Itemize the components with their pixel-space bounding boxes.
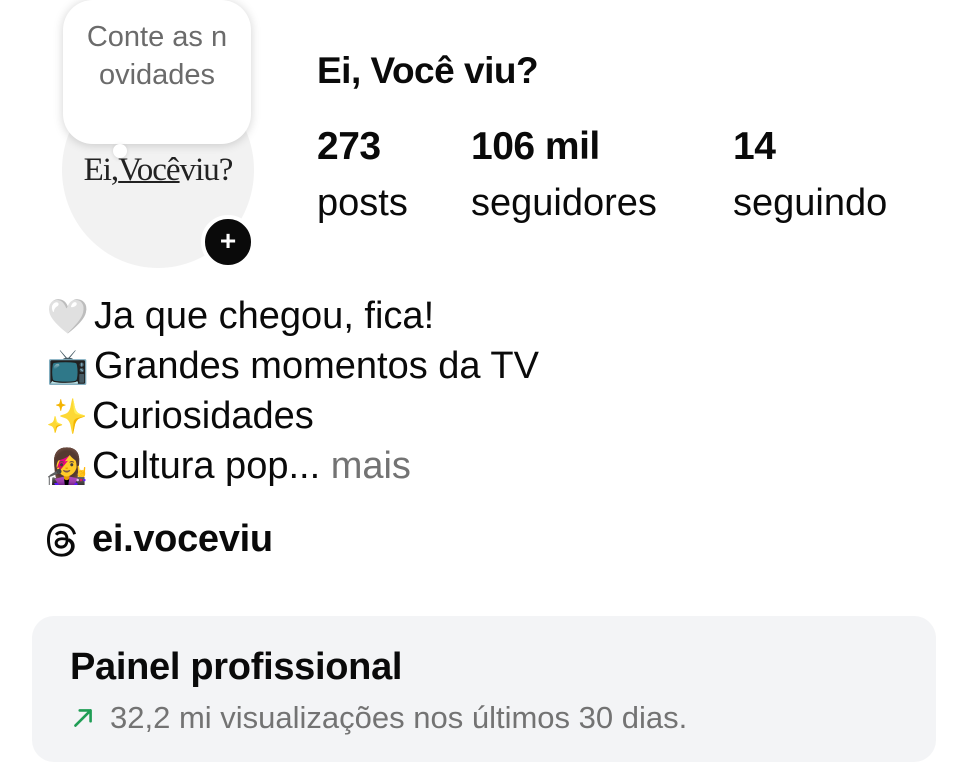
stat-label: posts — [317, 182, 408, 224]
bio-text: Cultura pop... — [92, 445, 321, 487]
bio-text: Curiosidades — [92, 395, 314, 437]
note-bubble-tail — [113, 144, 127, 158]
logo-text-3: viu? — [179, 152, 234, 188]
stat-value: 106 mil — [471, 125, 600, 168]
sparkles-icon: ✨ — [45, 398, 89, 436]
bio: 🤍 Ja que chegou, fica! 📺 Grandes momentos … — [42, 292, 539, 492]
dashboard-subtitle-row: 32,2 mi visualizações nos últimos 30 dia… — [70, 700, 687, 736]
dashboard-subtitle: 32,2 mi visualizações nos últimos 30 dia… — [110, 700, 688, 735]
note-bubble[interactable]: Conte as novidades — [63, 0, 251, 158]
stat-value: 273 — [317, 125, 381, 168]
stat-label: seguidores — [471, 182, 657, 224]
stat-value: 14 — [733, 125, 776, 168]
white-heart-icon: 🤍 — [46, 298, 90, 336]
stat-followers[interactable]: 106 mil seguidores — [471, 125, 657, 225]
stat-following[interactable]: 14 seguindo — [733, 125, 887, 225]
bio-text: Grandes momentos da TV — [94, 345, 539, 387]
plus-icon: + — [219, 225, 237, 256]
avatar-logo: Ei,Vocêviu? — [62, 152, 254, 189]
television-icon: 📺 — [46, 348, 90, 386]
stat-posts[interactable]: 273 posts — [317, 125, 408, 225]
bio-line: 👩‍🎤 Cultura pop... mais — [42, 442, 539, 492]
bio-text: Ja que chegou, fica! — [94, 295, 435, 337]
professional-dashboard-card[interactable]: Painel profissional 32,2 mi visualizaçõe… — [32, 616, 936, 762]
singer-icon: 👩‍🎤 — [45, 448, 89, 486]
stat-label: seguindo — [733, 182, 888, 224]
threads-icon — [47, 522, 76, 557]
logo-text-2: Você — [118, 152, 180, 188]
bio-line: ✨ Curiosidades — [42, 392, 539, 442]
bio-line: 📺 Grandes momentos da TV — [42, 342, 539, 392]
dashboard-title: Painel profissional — [70, 646, 403, 688]
bio-line: 🤍 Ja que chegou, fica! — [42, 292, 539, 342]
arrow-up-right-icon — [74, 709, 92, 727]
note-text: Conte as novidades — [86, 21, 228, 91]
threads-link[interactable]: ei.voceviu — [44, 518, 273, 561]
threads-handle: ei.voceviu — [92, 518, 273, 560]
logo-text-1: Ei, — [83, 152, 120, 188]
bio-more-link[interactable]: mais — [331, 445, 411, 487]
add-story-button[interactable]: + — [201, 215, 255, 269]
profile-name: Ei, Você viu? — [317, 50, 539, 91]
